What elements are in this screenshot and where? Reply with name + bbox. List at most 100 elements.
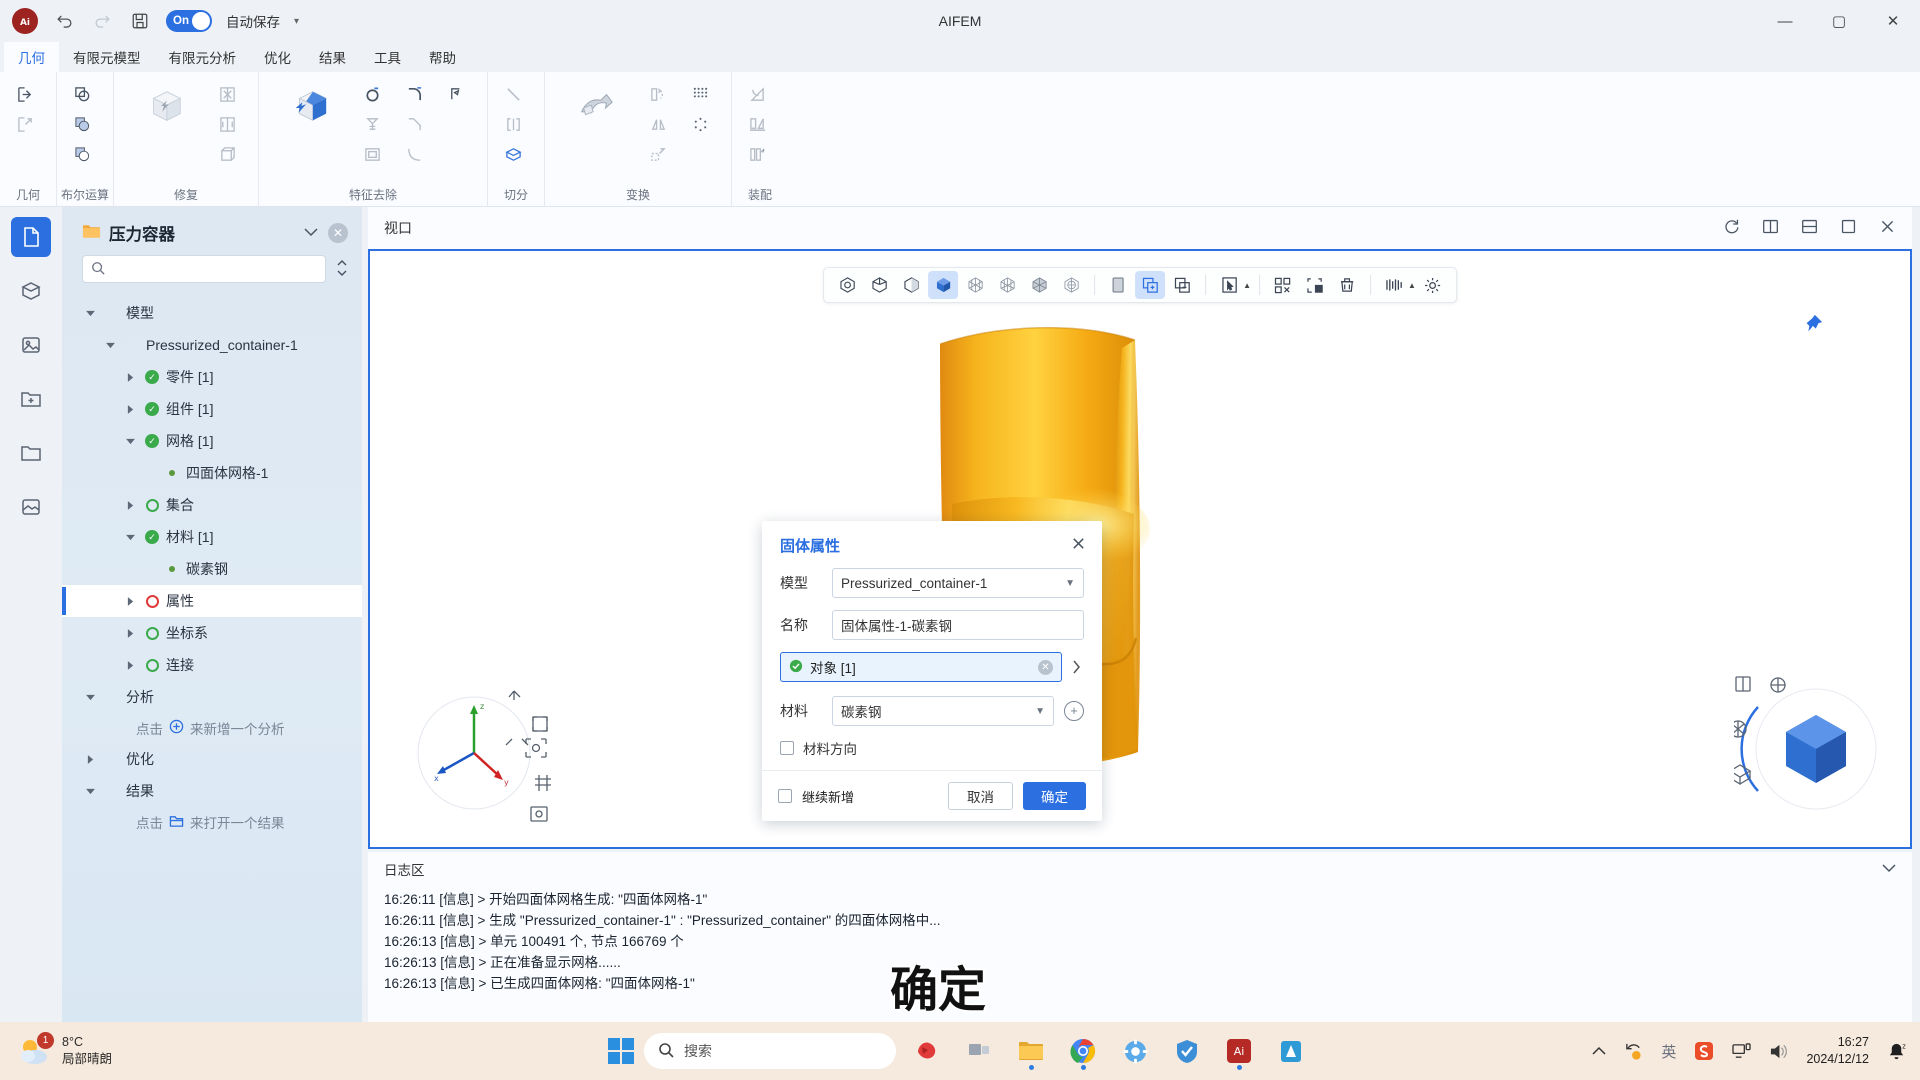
shaded-icon[interactable]: [928, 271, 958, 299]
cube-icon[interactable]: [11, 271, 51, 311]
close-icon[interactable]: [1071, 536, 1086, 556]
ribbon-button-自动去除[interactable]: [267, 79, 353, 133]
tree-node-四面体网格-1[interactable]: 四面体网格-1: [62, 457, 362, 489]
twisty-icon[interactable]: [122, 373, 138, 382]
folder-icon[interactable]: [11, 433, 51, 473]
clear-icon[interactable]: ✕: [1038, 660, 1053, 675]
aifem-logo-icon[interactable]: Ai: [12, 8, 38, 34]
cancel-button[interactable]: 取消: [948, 782, 1013, 810]
twisty-icon[interactable]: [102, 342, 118, 349]
tree-node-连接[interactable]: 连接: [62, 649, 362, 681]
tree-node-模型[interactable]: 模型: [62, 297, 362, 329]
taskbar-search[interactable]: 搜索: [644, 1033, 896, 1069]
select-box-icon[interactable]: [1268, 271, 1298, 299]
network-icon[interactable]: [1732, 1043, 1751, 1060]
viewport-canvas[interactable]: ▲▲: [368, 249, 1912, 849]
ribbon-item-孔洞[interactable]: [355, 79, 395, 109]
twisty-icon[interactable]: [122, 501, 138, 510]
sogou-icon[interactable]: [1694, 1041, 1714, 1061]
chevron-down-icon[interactable]: ▾: [294, 16, 299, 27]
object-selection-field[interactable]: 对象 [1] ✕: [780, 652, 1062, 682]
visibility-icon[interactable]: [1379, 271, 1409, 299]
mesh-quality-icon[interactable]: [1056, 271, 1086, 299]
menu-item-2[interactable]: 有限元分析: [155, 42, 251, 72]
close-button[interactable]: ✕: [1866, 0, 1920, 42]
menu-item-3[interactable]: 优化: [250, 42, 305, 72]
search-input[interactable]: [111, 262, 317, 277]
tree-node-Pressurized_container-1[interactable]: Pressurized_container-1: [62, 329, 362, 361]
chrome-icon[interactable]: [1062, 1030, 1104, 1072]
menu-item-6[interactable]: 帮助: [415, 42, 470, 72]
close-icon[interactable]: [1879, 218, 1896, 239]
minimize-button[interactable]: —: [1758, 0, 1812, 42]
ribbon-item-差[interactable]: [65, 139, 105, 169]
picture-icon[interactable]: [11, 487, 51, 527]
settings-icon[interactable]: [1114, 1030, 1156, 1072]
ribbon-item-交[interactable]: [65, 79, 105, 109]
twisty-icon[interactable]: [122, 534, 138, 541]
menu-item-4[interactable]: 结果: [305, 42, 360, 72]
material-direction-row[interactable]: 材料方向: [780, 738, 1084, 758]
maximize-button[interactable]: ▢: [1812, 0, 1866, 42]
continue-add-checkbox[interactable]: [778, 789, 792, 803]
shaded-edges-icon[interactable]: [896, 271, 926, 299]
wireframe-icon[interactable]: [832, 271, 862, 299]
sort-icon[interactable]: [336, 259, 348, 280]
chevron-up-icon[interactable]: ▲: [1408, 281, 1416, 290]
task-view-icon[interactable]: [958, 1030, 1000, 1072]
sync-icon[interactable]: [1624, 1042, 1643, 1061]
tree-node-零件 [1][interactable]: ✓零件 [1]: [62, 361, 362, 393]
ribbon-item-体[interactable]: [496, 139, 536, 169]
settings-gear-icon[interactable]: [1418, 271, 1448, 299]
windows-start-icon[interactable]: [608, 1038, 634, 1064]
document-icon[interactable]: [11, 217, 51, 257]
ribbon-item-倒圆角[interactable]: [397, 79, 437, 109]
taskbar-clock[interactable]: 16:27 2024/12/12: [1806, 1034, 1869, 1068]
menu-item-1[interactable]: 有限元模型: [59, 42, 155, 72]
mesh-wire-icon[interactable]: [960, 271, 990, 299]
menu-item-0[interactable]: 几何: [4, 42, 59, 72]
store-icon[interactable]: [1270, 1030, 1312, 1072]
show-hidden-icons-icon[interactable]: [1592, 1046, 1606, 1056]
undo-icon[interactable]: [52, 9, 76, 33]
twisty-icon[interactable]: [82, 310, 98, 317]
open-result-hint[interactable]: 点击来打开一个结果: [62, 807, 362, 837]
navigation-gizmo[interactable]: z x y: [406, 673, 576, 823]
tree-node-结果[interactable]: 结果: [62, 775, 362, 807]
chevron-up-icon[interactable]: ▲: [1243, 281, 1251, 290]
twisty-icon[interactable]: [122, 438, 138, 445]
twisty-icon[interactable]: [122, 405, 138, 414]
remove-view-icon[interactable]: [1167, 271, 1197, 299]
select-partial-icon[interactable]: [1300, 271, 1330, 299]
ime-icon[interactable]: 英: [1661, 1041, 1676, 1062]
add-view-icon[interactable]: [1135, 271, 1165, 299]
autosave-toggle[interactable]: On: [166, 10, 212, 32]
tree-node-集合[interactable]: 集合: [62, 489, 362, 521]
chevron-down-icon[interactable]: [304, 226, 318, 240]
twisty-icon[interactable]: [122, 661, 138, 670]
material-select[interactable]: 碳素钢 ▼: [832, 696, 1054, 726]
ribbon-item-并[interactable]: [65, 109, 105, 139]
chevron-down-icon[interactable]: [1882, 862, 1896, 876]
add-analysis-hint[interactable]: 点击来新增一个分析: [62, 713, 362, 743]
twisty-icon[interactable]: [82, 755, 98, 764]
tree-node-优化[interactable]: 优化: [62, 743, 362, 775]
notification-bell-icon[interactable]: z: [1887, 1042, 1906, 1061]
aifem-icon[interactable]: Ai: [1218, 1030, 1260, 1072]
clear-selection-icon[interactable]: [1332, 271, 1362, 299]
widgets-icon[interactable]: [906, 1030, 948, 1072]
twisty-icon[interactable]: [82, 788, 98, 795]
plus-circle-icon[interactable]: +: [1064, 701, 1084, 721]
tree-node-材料 [1][interactable]: ✓材料 [1]: [62, 521, 362, 553]
model-select[interactable]: Pressurized_container-1 ▼: [832, 568, 1084, 598]
image-icon[interactable]: [11, 325, 51, 365]
weather-widget[interactable]: 1 8°C 局部晴朗: [0, 1034, 112, 1068]
single-view-icon[interactable]: [1103, 271, 1133, 299]
refresh-icon[interactable]: [1723, 218, 1740, 239]
twisty-icon[interactable]: [122, 597, 138, 606]
volume-icon[interactable]: [1769, 1043, 1788, 1060]
hidden-line-icon[interactable]: [864, 271, 894, 299]
close-icon[interactable]: ✕: [328, 223, 348, 243]
mesh-shaded-icon[interactable]: [992, 271, 1022, 299]
twisty-icon[interactable]: [82, 694, 98, 701]
